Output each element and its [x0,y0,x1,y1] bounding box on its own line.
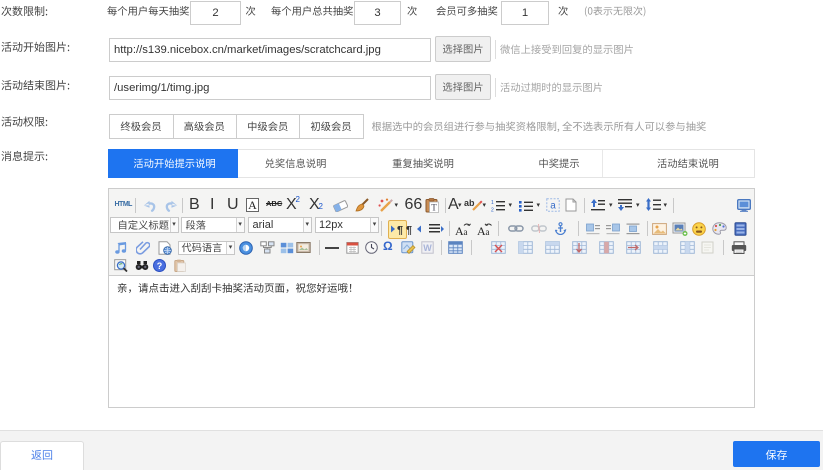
svg-text:1: 1 [491,200,494,206]
svg-text:T: T [431,202,437,212]
svg-text:2: 2 [491,207,494,212]
svg-text:?: ? [157,261,163,271]
svg-text:a: a [485,227,489,236]
svg-text:¶: ¶ [397,224,403,235]
svg-text:A: A [248,198,257,212]
svg-text:W: W [423,243,432,253]
svg-text:a: a [464,227,468,236]
svg-text:a: a [550,201,556,212]
svg-text:¶: ¶ [406,224,412,235]
